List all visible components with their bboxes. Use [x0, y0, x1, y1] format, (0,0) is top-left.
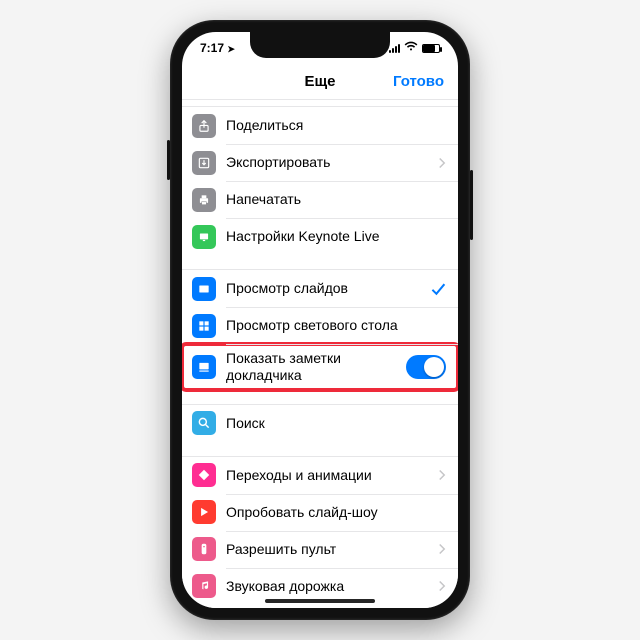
row-keynote[interactable]: Настройки Keynote Live — [182, 218, 458, 255]
notch — [250, 32, 390, 58]
settings-list: Поделиться Экспортировать Напечатать Настро… — [182, 100, 458, 608]
battery-icon — [422, 44, 440, 53]
row-try-show[interactable]: Опробовать слайд-шоу — [182, 494, 458, 531]
row-label: Настройки Keynote Live — [226, 228, 446, 245]
row-export[interactable]: Экспортировать — [182, 144, 458, 181]
row-transitions[interactable]: Переходы и анимации — [182, 457, 458, 494]
row-remote[interactable]: Разрешить пульт — [182, 531, 458, 568]
chevron-icon — [438, 543, 446, 555]
audio-icon — [192, 574, 216, 598]
row-label: Звуковая дорожка — [226, 578, 428, 595]
settings-group: Просмотр слайдов Просмотр светового стола… — [182, 269, 458, 390]
navbar: Еще Готово — [182, 64, 458, 100]
row-label: Просмотр слайдов — [226, 280, 420, 297]
screen: 7:17 ➤ Еще Готово Поделиться Экспортирова… — [182, 32, 458, 608]
settings-group: Поделиться Экспортировать Напечатать Настро… — [182, 106, 458, 255]
row-label: Напечатать — [226, 191, 446, 208]
checkmark-icon — [430, 281, 446, 297]
row-label: Опробовать слайд-шоу — [226, 504, 446, 521]
home-indicator[interactable] — [265, 599, 375, 603]
row-light-table[interactable]: Просмотр светового стола — [182, 307, 458, 344]
page-title: Еще — [304, 73, 335, 90]
row-print[interactable]: Напечатать — [182, 181, 458, 218]
row-label: Переходы и анимации — [226, 467, 428, 484]
row-label: Показать заметки докладчика — [226, 350, 396, 384]
toggle-presenter-notes[interactable] — [406, 355, 446, 379]
row-label: Просмотр светового стола — [226, 317, 446, 334]
grid-icon — [192, 314, 216, 338]
row-share[interactable]: Поделиться — [182, 107, 458, 144]
row-label: Поделиться — [226, 117, 446, 134]
print-icon — [192, 188, 216, 212]
remote-icon — [192, 537, 216, 561]
diamond-icon — [192, 463, 216, 487]
chevron-icon — [438, 469, 446, 481]
location-icon: ➤ — [227, 44, 235, 54]
live-icon — [192, 225, 216, 249]
slide-icon — [192, 277, 216, 301]
export-icon — [192, 151, 216, 175]
row-label: Экспортировать — [226, 154, 428, 171]
search-icon — [192, 411, 216, 435]
cellular-icon — [389, 44, 400, 53]
row-presenter-notes[interactable]: Показать заметки докладчика — [182, 344, 458, 390]
chevron-icon — [438, 580, 446, 592]
chevron-icon — [438, 157, 446, 169]
settings-group: Поиск — [182, 404, 458, 442]
notes-icon — [192, 355, 216, 379]
row-label: Разрешить пульт — [226, 541, 428, 558]
done-button[interactable]: Готово — [393, 73, 444, 90]
play-icon — [192, 500, 216, 524]
row-label: Поиск — [226, 415, 446, 432]
settings-group: Переходы и анимации Опробовать слайд-шоу Р… — [182, 456, 458, 605]
status-time: 7:17 ➤ — [200, 41, 235, 55]
phone-frame: 7:17 ➤ Еще Готово Поделиться Экспортирова… — [170, 20, 470, 620]
share-icon — [192, 114, 216, 138]
wifi-icon — [404, 41, 418, 55]
row-search[interactable]: Поиск — [182, 405, 458, 442]
row-view-slides[interactable]: Просмотр слайдов — [182, 270, 458, 307]
